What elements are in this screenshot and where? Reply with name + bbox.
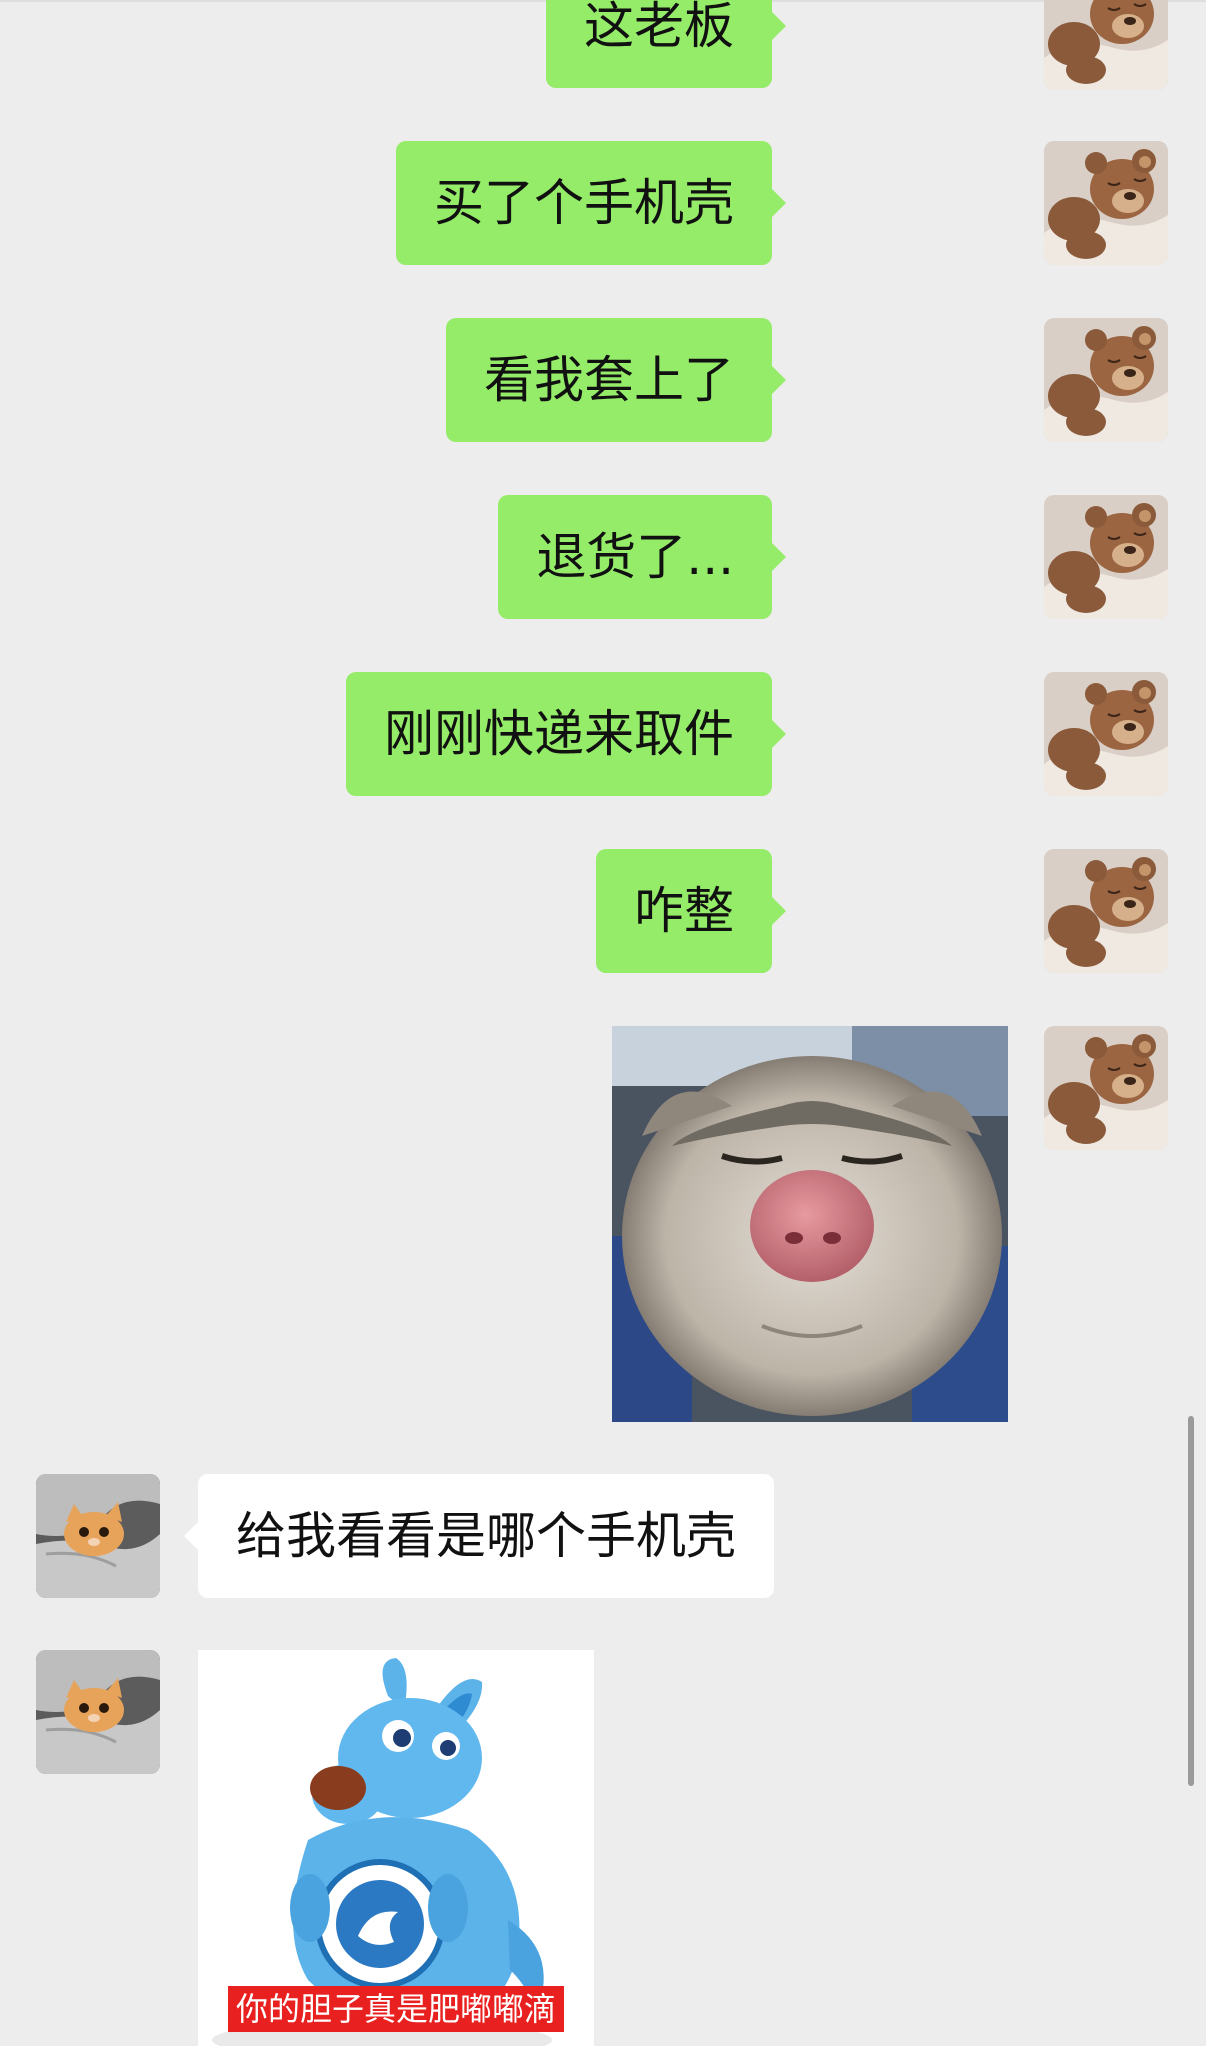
- message-bubble[interactable]: 刚刚快递来取件: [346, 672, 786, 796]
- message-text: 看我套上了: [484, 351, 734, 409]
- self-avatar-bear-icon[interactable]: [1044, 0, 1168, 90]
- message-text: 退货了...: [536, 528, 734, 586]
- contact-avatar-kitten-icon[interactable]: [36, 1474, 160, 1598]
- message-text: 买了个手机壳: [434, 174, 734, 232]
- message-text: 刚刚快递来取件: [384, 705, 734, 763]
- self-avatar-bear-icon[interactable]: [1044, 1026, 1168, 1150]
- message-text: 这老板: [584, 0, 734, 55]
- sticker-message[interactable]: 你的胆子真是肥嘟嘟滴: [198, 1650, 594, 2046]
- message-text: 给我看看是哪个手机壳: [236, 1507, 736, 1565]
- self-avatar-bear-icon[interactable]: [1044, 672, 1168, 796]
- image-message-cat-photo[interactable]: [612, 1026, 1008, 1422]
- self-avatar-bear-icon[interactable]: [1044, 849, 1168, 973]
- squinting-cat-photo-icon: [612, 1026, 1008, 1422]
- message-text: 咋整: [634, 882, 734, 940]
- message-bubble[interactable]: 咋整: [596, 849, 786, 973]
- contact-avatar-kitten-icon[interactable]: [36, 1650, 160, 1774]
- sticker-caption: 你的胆子真是肥嘟嘟滴: [228, 1986, 565, 2032]
- self-avatar-bear-icon[interactable]: [1044, 318, 1168, 442]
- message-bubble[interactable]: 看我套上了: [446, 318, 786, 442]
- message-bubble[interactable]: 退货了...: [498, 495, 786, 619]
- message-bubble[interactable]: 买了个手机壳: [396, 141, 786, 265]
- self-avatar-bear-icon[interactable]: [1044, 141, 1168, 265]
- message-bubble[interactable]: 这老板: [546, 0, 786, 88]
- self-avatar-bear-icon[interactable]: [1044, 495, 1168, 619]
- scrollbar[interactable]: [1188, 1416, 1194, 1786]
- message-bubble[interactable]: 给我看看是哪个手机壳: [184, 1474, 774, 1598]
- chat-view: 这老板 买了个手机壳 看我套上了 退货了... 刚刚快递来取件 咋整 给我看看是…: [0, 0, 1206, 2046]
